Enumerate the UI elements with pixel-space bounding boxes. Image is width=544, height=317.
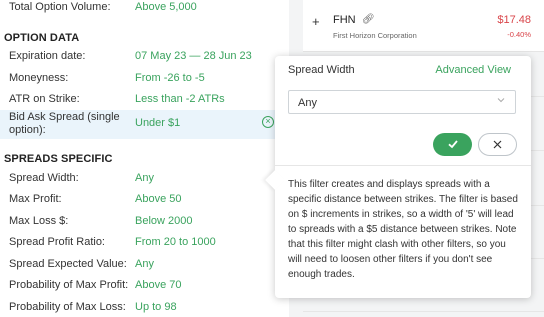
filter-row-probability-max-loss[interactable]: Probability of Max Loss: Up to 98 — [0, 297, 289, 317]
filter-value[interactable]: Above 70 — [135, 279, 181, 291]
popover-title: Spread Width — [288, 64, 355, 76]
cancel-button[interactable] — [478, 133, 517, 156]
filter-value[interactable]: Under $1 — [135, 117, 180, 129]
filter-value[interactable]: Above 50 — [135, 193, 181, 205]
filter-label: Probability of Max Loss: — [9, 301, 126, 313]
filter-row-moneyness[interactable]: Moneyness: From -26 to -5 — [0, 68, 289, 89]
filter-row-bid-ask-spread[interactable]: Bid Ask Spread (single option): Under $1… — [0, 110, 289, 139]
filter-row-spread-width[interactable]: Spread Width: Any — [0, 168, 289, 189]
filter-value[interactable]: Above 5,000 — [135, 1, 197, 13]
ticker-symbol[interactable]: FHN — [333, 14, 356, 26]
popover-divider — [275, 165, 531, 166]
filter-value[interactable]: From 20 to 1000 — [135, 236, 216, 248]
filter-label: Moneyness: — [9, 72, 69, 84]
filter-row-total-option-volume[interactable]: Total Option Volume: Above 5,000 — [0, 0, 289, 18]
section-heading-spreads-specific: SPREADS SPECIFIC — [4, 153, 113, 165]
add-ticker-button[interactable]: + — [312, 14, 320, 29]
filter-value[interactable]: Any — [135, 172, 154, 184]
filter-label: Max Profit: — [9, 193, 62, 205]
filter-value[interactable]: Less than -2 ATRs — [135, 93, 225, 105]
select-value: Any — [298, 97, 317, 109]
filter-panel: Total Option Volume: Above 5,000 OPTION … — [0, 0, 289, 317]
spread-width-select[interactable]: Any — [288, 90, 516, 114]
chevron-down-icon — [496, 95, 506, 108]
filter-value[interactable]: 07 May 23 — 28 Jun 23 — [135, 50, 252, 62]
filter-label: Probability of Max Profit: — [9, 279, 129, 291]
filter-label: Spread Expected Value: — [9, 258, 127, 270]
filter-row-expiration-date[interactable]: Expiration date: 07 May 23 — 28 Jun 23 — [0, 46, 289, 67]
advanced-view-link[interactable]: Advanced View — [435, 64, 511, 76]
close-icon — [492, 137, 503, 152]
ticker-card[interactable]: + FHN 🔗︎ First Horizon Corporation $17.4… — [303, 0, 544, 52]
check-icon — [447, 137, 459, 152]
ticker-price: $17.48 — [497, 14, 531, 26]
filter-label: Spread Profit Ratio: — [9, 236, 105, 248]
list-divider — [303, 311, 544, 312]
ticker-change: -0.40% — [507, 30, 531, 39]
filter-label: Expiration date: — [9, 50, 86, 62]
filter-label: Max Loss $: — [9, 215, 69, 227]
filter-label: ATR on Strike: — [9, 93, 80, 105]
filter-value[interactable]: From -26 to -5 — [135, 72, 205, 84]
filter-label: Total Option Volume: — [9, 1, 111, 13]
section-heading-option-data: OPTION DATA — [4, 32, 80, 44]
filter-value[interactable]: Any — [135, 258, 154, 270]
filter-label: Bid Ask Spread (single option): — [9, 111, 120, 136]
link-icon[interactable]: 🔗︎ — [362, 14, 375, 25]
filter-row-atr-on-strike[interactable]: ATR on Strike: Less than -2 ATRs — [0, 89, 289, 110]
filter-value[interactable]: Below 2000 — [135, 215, 193, 227]
filter-value[interactable]: Up to 98 — [135, 301, 177, 313]
filter-row-probability-max-profit[interactable]: Probability of Max Profit: Above 70 — [0, 275, 289, 296]
filter-label: Spread Width: — [9, 172, 79, 184]
apply-button[interactable] — [433, 133, 472, 156]
filter-description: This filter creates and displays spreads… — [288, 179, 518, 280]
company-name: First Horizon Corporation — [333, 31, 417, 40]
clear-filter-icon[interactable]: × — [262, 116, 274, 128]
filter-row-max-loss[interactable]: Max Loss $: Below 2000 — [0, 211, 289, 232]
filter-row-max-profit[interactable]: Max Profit: Above 50 — [0, 189, 289, 210]
filter-row-spread-profit-ratio[interactable]: Spread Profit Ratio: From 20 to 1000 — [0, 232, 289, 253]
filter-row-spread-expected-value[interactable]: Spread Expected Value: Any — [0, 254, 289, 275]
spread-width-popover: Spread Width Advanced View Any This filt… — [265, 56, 531, 298]
